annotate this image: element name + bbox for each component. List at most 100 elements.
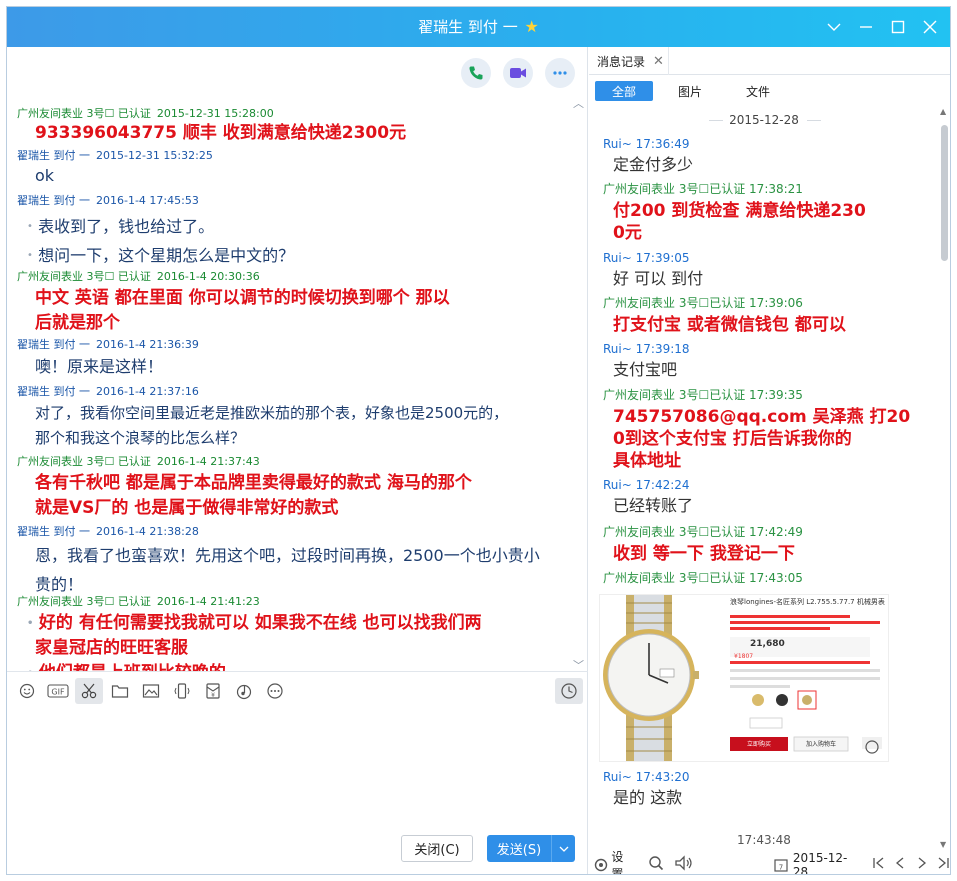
bullet-icon: •	[27, 661, 33, 671]
message-text: 后就是那个	[35, 313, 120, 333]
product-model: L2.755.5.77.7	[806, 598, 855, 606]
search-button[interactable]	[648, 855, 664, 874]
history-list[interactable]: 2015-12-28 Rui~ 17:36:49 定金付多少 广州友间表业 3号…	[589, 107, 939, 849]
svg-text:¥: ¥	[211, 692, 215, 699]
scroll-thumb[interactable]	[941, 125, 948, 261]
clock-icon	[561, 682, 577, 699]
message-text: 好的 有任何需要找我就可以 如果我不在线 也可以找我们两	[38, 613, 482, 633]
product-type: 机械男表	[856, 598, 885, 606]
title-bar: 翟瑞生 到付 一 ★	[7, 7, 950, 47]
history-time-marker: 17:43:48	[737, 833, 791, 847]
first-page-button[interactable]	[872, 856, 886, 873]
message-time: 2016-1-4 21:37:43	[156, 455, 260, 468]
message-text: 他们都是上班到比较晚的	[39, 663, 226, 671]
more-tools-button[interactable]	[261, 678, 289, 704]
watch-product-image	[600, 595, 888, 761]
svg-text:GIF: GIF	[51, 687, 65, 696]
gif-button[interactable]: GIF	[44, 678, 72, 704]
last-page-icon	[938, 857, 949, 869]
call-toolbar	[7, 47, 588, 99]
scroll-down-icon[interactable]: ﹀	[573, 657, 584, 671]
star-icon: ★	[524, 17, 539, 36]
message-history-button[interactable]	[555, 677, 583, 704]
last-page-button[interactable]	[936, 856, 950, 873]
settings-button[interactable]: 设置	[593, 848, 634, 874]
message-time: 2016-1-4 17:45:53	[96, 194, 199, 207]
history-pane: 消息记录 ✕ 全部 图片 文件 2015-12-28 Rui~ 17:36:49…	[589, 47, 950, 874]
close-button[interactable]: 关闭(C)	[401, 835, 473, 862]
send-image-button[interactable]	[137, 678, 165, 704]
message-text: 各有千秋吧 都是属于本品牌里卖得最好的款式 海马的那个	[35, 473, 472, 493]
message-list[interactable]: ︿ 广州友间表业 3号☐ 已认证 2015-12-31 15:28:00 9333…	[7, 99, 588, 671]
send-button[interactable]: 发送(S)	[487, 835, 575, 862]
more-dots-icon	[553, 71, 567, 75]
product-screenshot[interactable]: 浪琴longines-名匠系列 L2.755.5.77.7 机械男表 21,68…	[599, 594, 889, 762]
voice-call-button[interactable]	[461, 58, 491, 88]
message-item: 广州友间表业 3号☐ 已认证 2016-1-4 20:30:36 中文 英语 都在…	[17, 270, 587, 336]
message-time: 2016-1-4 21:36:39	[96, 338, 199, 351]
first-page-icon	[873, 857, 884, 869]
bullet-icon: •	[27, 221, 33, 232]
message-item: 广州友间表业 3号☐ 已认证 2016-1-4 21:41:23 • 好的 有任何…	[17, 595, 587, 671]
date-picker[interactable]: 7 2015-12-28	[774, 851, 860, 874]
history-message: 广州友间表业 3号☐已认证 17:39:06 打支付宝 或者微信钱包 都可以	[603, 296, 846, 335]
video-call-button[interactable]	[503, 58, 533, 88]
search-icon	[649, 856, 664, 871]
sender-name: 翟瑞生 到付 一	[17, 385, 90, 398]
screenshot-button[interactable]	[75, 677, 103, 704]
message-text: 想问一下，这个星期怎么是中文的？	[38, 246, 295, 265]
input-toolbar: GIF ¥	[7, 671, 588, 709]
sender-name: 翟瑞生 到付 一	[17, 194, 90, 207]
message-text: 中文 英语 都在里面 你可以调节的时候切换到哪个 那以	[35, 288, 450, 308]
gear-icon	[594, 858, 608, 871]
message-time: 2016-1-4 21:38:28	[96, 525, 199, 538]
smiley-icon	[19, 683, 35, 698]
send-file-button[interactable]	[106, 678, 134, 704]
close-tab-icon[interactable]: ✕	[653, 54, 664, 69]
scroll-down-arrow-icon[interactable]: ▼	[940, 840, 946, 849]
emoji-button[interactable]	[13, 678, 41, 704]
date-separator: 2015-12-28	[589, 113, 939, 127]
maximize-button[interactable]	[882, 7, 914, 47]
message-input[interactable]	[7, 709, 588, 829]
music-note-icon	[236, 684, 252, 699]
more-options-button[interactable]	[545, 58, 575, 88]
svg-text:7: 7	[779, 863, 783, 871]
shake-button[interactable]	[168, 678, 196, 704]
send-options-button[interactable]	[552, 846, 575, 852]
folder-icon	[111, 684, 129, 698]
filter-files[interactable]: 文件	[735, 81, 781, 101]
volume-button[interactable]	[674, 855, 694, 874]
red-envelope-icon: ¥	[206, 682, 220, 699]
close-window-button[interactable]	[914, 7, 946, 47]
prev-page-button[interactable]	[894, 856, 906, 873]
sender-name: 广州友间表业 3号☐ 已认证	[17, 270, 151, 283]
history-message: 广州友间表业 3号☐已认证 17:42:49 收到 等一下 我登记一下	[603, 525, 803, 564]
next-page-button[interactable]	[916, 856, 928, 873]
chevron-down-icon	[827, 23, 841, 31]
phone-icon	[469, 66, 483, 80]
message-text: 对了，我看你空间里最近老是推欧米茄的那个表，好象也是2500元的，	[35, 404, 509, 422]
sender-name: 翟瑞生 到付 一	[17, 338, 90, 351]
gif-icon: GIF	[47, 683, 69, 698]
product-price: 21,680	[750, 639, 785, 649]
history-message: 广州友间表业 3号☐已认证 17:43:05	[603, 571, 803, 585]
minimize-button[interactable]	[850, 7, 882, 47]
message-text: 家皇冠店的旺旺客服	[35, 638, 188, 658]
sender-name: 广州友间表业 3号☐ 已认证	[17, 107, 151, 120]
scroll-up-arrow-icon[interactable]: ▲	[940, 107, 946, 116]
filter-all[interactable]: 全部	[595, 81, 653, 101]
red-packet-button[interactable]: ¥	[199, 678, 227, 704]
image-icon	[142, 683, 160, 698]
video-camera-icon	[510, 68, 526, 78]
filter-images[interactable]: 图片	[667, 81, 713, 101]
tab-message-history[interactable]: 消息记录 ✕	[589, 47, 669, 75]
message-text: 933396043775 顺丰 收到满意给快递2300元	[35, 123, 407, 143]
message-time: 2016-1-4 21:41:23	[156, 595, 260, 608]
music-button[interactable]	[230, 678, 258, 704]
add-to-cart-button: 加入购物车	[805, 741, 836, 748]
history-scrollbar[interactable]: ▲ ▼	[939, 107, 950, 849]
collapse-button[interactable]	[818, 7, 850, 47]
message-text: ok	[35, 166, 55, 185]
history-bottom-bar: 设置 7 2015-12-28	[589, 850, 950, 874]
